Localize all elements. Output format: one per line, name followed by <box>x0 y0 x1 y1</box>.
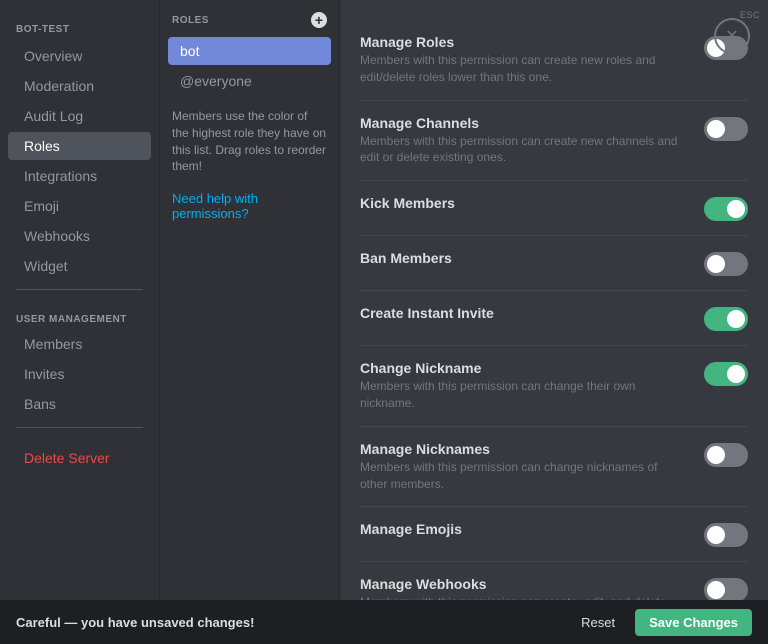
sidebar-divider-2 <box>16 427 143 428</box>
permission-item-manage-roles: Manage Roles Members with this permission… <box>360 20 748 101</box>
roles-header: ROLES + <box>160 0 339 36</box>
reset-button[interactable]: Reset <box>573 611 623 634</box>
permission-name-create-instant-invite: Create Instant Invite <box>360 305 684 321</box>
sidebar-divider <box>16 289 143 290</box>
sidebar: BOT-TEST Overview Moderation Audit Log R… <box>0 0 160 600</box>
permission-desc-change-nickname: Members with this permission can change … <box>360 378 684 412</box>
bottom-bar: Careful — you have unsaved changes! Rese… <box>0 600 768 644</box>
permission-name-manage-emojis: Manage Emojis <box>360 521 684 537</box>
permission-toggle-ban-members[interactable] <box>704 252 748 276</box>
permission-item-manage-webhooks: Manage WebhooksMembers with this permiss… <box>360 562 748 600</box>
role-item-everyone[interactable]: @everyone <box>168 67 331 95</box>
sidebar-item-invites[interactable]: Invites <box>8 360 151 388</box>
sidebar-item-overview[interactable]: Overview <box>8 42 151 70</box>
permission-info-manage-channels: Manage Channels Members with this permiss… <box>360 115 704 167</box>
permission-item-manage-nicknames: Manage Nicknames Members with this permis… <box>360 427 748 508</box>
permission-info-create-instant-invite: Create Instant Invite <box>360 305 704 323</box>
close-icon: ✕ <box>725 26 738 46</box>
permission-toggle-change-nickname[interactable] <box>704 362 748 386</box>
sidebar-item-audit-log[interactable]: Audit Log <box>8 102 151 130</box>
permission-toggle-manage-webhooks[interactable] <box>704 578 748 600</box>
roles-info-text: Members use the color of the highest rol… <box>160 96 339 187</box>
permission-item-manage-channels: Manage Channels Members with this permiss… <box>360 101 748 182</box>
server-name: BOT-TEST <box>0 12 159 41</box>
permission-toggle-create-instant-invite[interactable] <box>704 307 748 331</box>
sidebar-item-emoji[interactable]: Emoji <box>8 192 151 220</box>
sidebar-item-roles[interactable]: Roles <box>8 132 151 160</box>
permission-toggle-manage-emojis[interactable] <box>704 523 748 547</box>
save-changes-button[interactable]: Save Changes <box>635 609 752 636</box>
permission-desc-manage-channels: Members with this permission can create … <box>360 133 684 167</box>
role-item-bot[interactable]: bot <box>168 37 331 65</box>
permission-item-manage-emojis: Manage Emojis <box>360 507 748 562</box>
permission-toggle-manage-channels[interactable] <box>704 117 748 141</box>
roles-header-label: ROLES <box>172 15 209 26</box>
sidebar-item-moderation[interactable]: Moderation <box>8 72 151 100</box>
permission-info-change-nickname: Change Nickname Members with this permiss… <box>360 360 704 412</box>
permission-toggle-kick-members[interactable] <box>704 197 748 221</box>
bottom-bar-actions: Reset Save Changes <box>573 609 752 636</box>
esc-label: ESC <box>740 10 760 20</box>
permission-desc-manage-nicknames: Members with this permission can change … <box>360 459 684 493</box>
roles-help-link[interactable]: Need help with permissions? <box>160 187 339 225</box>
sidebar-item-integrations[interactable]: Integrations <box>8 162 151 190</box>
close-area: ✕ ESC <box>740 8 760 20</box>
permission-name-change-nickname: Change Nickname <box>360 360 684 376</box>
permission-name-ban-members: Ban Members <box>360 250 684 266</box>
sidebar-item-members[interactable]: Members <box>8 330 151 358</box>
permission-info-manage-emojis: Manage Emojis <box>360 521 704 539</box>
add-role-button[interactable]: + <box>311 12 327 28</box>
permission-item-create-instant-invite: Create Instant Invite <box>360 291 748 346</box>
permission-info-manage-webhooks: Manage WebhooksMembers with this permiss… <box>360 576 704 600</box>
unsaved-changes-message: Careful — you have unsaved changes! <box>16 615 254 630</box>
permission-info-manage-nicknames: Manage Nicknames Members with this permis… <box>360 441 704 493</box>
permission-toggle-manage-nicknames[interactable] <box>704 443 748 467</box>
roles-panel: ROLES + bot @everyone Members use the co… <box>160 0 340 600</box>
permission-item-ban-members: Ban Members <box>360 236 748 291</box>
permission-desc-manage-roles: Members with this permission can create … <box>360 52 684 86</box>
permission-info-manage-roles: Manage Roles Members with this permission… <box>360 34 704 86</box>
permission-item-change-nickname: Change Nickname Members with this permiss… <box>360 346 748 427</box>
close-button[interactable]: ✕ <box>714 18 750 54</box>
permission-name-manage-webhooks: Manage Webhooks <box>360 576 684 592</box>
permission-name-manage-channels: Manage Channels <box>360 115 684 131</box>
permission-name-kick-members: Kick Members <box>360 195 684 211</box>
sidebar-item-webhooks[interactable]: Webhooks <box>8 222 151 250</box>
permission-info-ban-members: Ban Members <box>360 250 704 268</box>
permission-name-manage-nicknames: Manage Nicknames <box>360 441 684 457</box>
sidebar-item-bans[interactable]: Bans <box>8 390 151 418</box>
settings-panel: Manage Roles Members with this permission… <box>340 0 768 600</box>
permissions-list: Manage Roles Members with this permission… <box>360 20 748 600</box>
delete-server-button[interactable]: Delete Server <box>8 444 151 472</box>
permission-name-manage-roles: Manage Roles <box>360 34 684 50</box>
sidebar-item-widget[interactable]: Widget <box>8 252 151 280</box>
permission-item-kick-members: Kick Members <box>360 181 748 236</box>
user-management-label: USER MANAGEMENT <box>0 306 159 329</box>
permission-info-kick-members: Kick Members <box>360 195 704 213</box>
